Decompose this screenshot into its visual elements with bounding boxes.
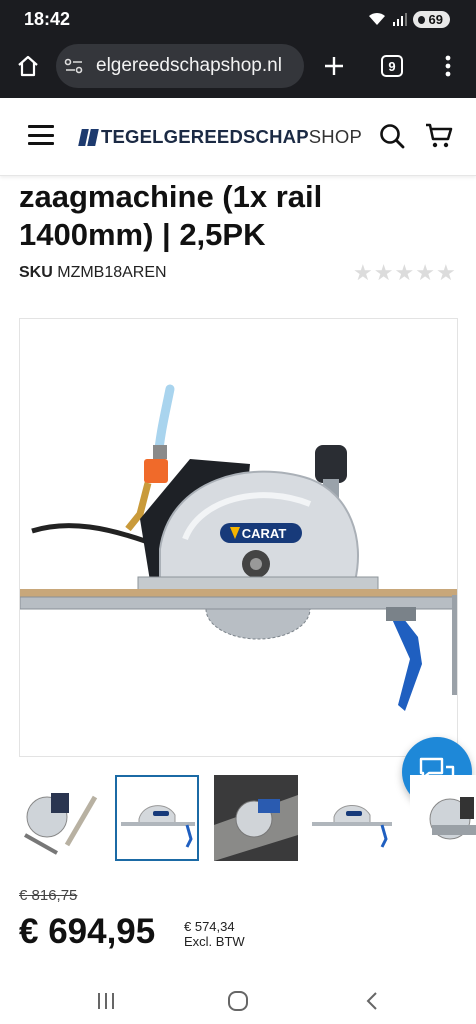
thumbnail-4[interactable] [310, 775, 394, 861]
product-sku: SKU MZMB18AREN [19, 264, 167, 282]
site-header: TEGELGEREEDSCHAPSHOP [0, 98, 476, 176]
price-excl-label: Excl. BTW [184, 934, 245, 949]
status-time: 18:42 [24, 9, 71, 29]
current-price: € 694,95 [19, 912, 156, 951]
product-title: zaagmachine (1x rail 1400mm) | 2,5PK [19, 179, 323, 252]
sku-label: SKU [19, 264, 53, 281]
signal-icon [392, 13, 407, 26]
home-button[interactable] [8, 42, 48, 90]
url-text: elgereedschapshop.nl [96, 55, 282, 76]
home-icon [18, 55, 38, 77]
image-brand-label: CARAT [242, 526, 287, 541]
star-icon: ★ [353, 260, 373, 285]
logo-text: TEGELGEREEDSCHAPSHOP [101, 126, 362, 148]
saw-illustration: CARAT [20, 384, 457, 711]
plus-icon [325, 57, 343, 75]
price-excl-value: € 574,34 [184, 919, 235, 934]
page: 18:42 69 elgereedschapshop.nl 9 TEGELGER… [0, 0, 476, 1024]
tab-count: 9 [381, 55, 403, 77]
thumbnail-strip [0, 775, 476, 865]
logo-text-strong: TEGELGEREEDSCHAP [101, 126, 309, 147]
logo-text-light: SHOP [308, 126, 362, 147]
search-icon[interactable] [378, 122, 406, 150]
hamburger-line [28, 125, 54, 128]
price-excl-vat: € 574,34 Excl. BTW [184, 919, 245, 949]
recent-apps-button[interactable] [86, 988, 126, 1014]
recent-apps-icon [98, 993, 114, 1009]
back-button[interactable] [352, 988, 392, 1014]
site-info-icon [64, 58, 83, 74]
star-icon: ★ [435, 260, 456, 285]
back-chevron-icon [366, 992, 377, 1010]
star-icon: ★ [415, 260, 435, 285]
thumbnail-5[interactable] [410, 775, 476, 861]
home-circle-icon [228, 991, 248, 1011]
browser-toolbar: elgereedschapshop.nl 9 [0, 42, 476, 90]
cart-icon[interactable] [424, 120, 454, 150]
home-nav-button[interactable] [218, 988, 258, 1014]
thumbnail-image [429, 797, 476, 840]
wifi-icon [368, 12, 385, 25]
rating-stars[interactable]: ★ ★ ★ ★ ★ [353, 262, 456, 284]
status-icons: 69 [367, 9, 450, 29]
star-icon: ★ [394, 260, 415, 285]
browser-menu-button[interactable] [428, 42, 468, 90]
thumbnail-image [312, 805, 392, 848]
thumbnail-1[interactable] [17, 775, 101, 861]
more-vert-icon [445, 55, 451, 77]
logo-mark-icon [78, 128, 99, 146]
browser-chrome: 18:42 69 elgereedschapshop.nl 9 [0, 0, 476, 98]
site-logo[interactable]: TEGELGEREEDSCHAPSHOP [78, 126, 362, 148]
tab-switcher-button[interactable]: 9 [372, 42, 412, 90]
battery-indicator: 69 [412, 10, 450, 28]
thumbnail-image [24, 793, 98, 855]
product-main-image[interactable]: CARAT [19, 318, 458, 757]
menu-button[interactable] [28, 125, 54, 145]
thumbnail-image [214, 775, 298, 861]
site-info-button[interactable] [56, 44, 92, 88]
new-tab-button[interactable] [314, 42, 354, 90]
status-bar: 18:42 69 [0, 0, 476, 36]
address-bar[interactable]: elgereedschapshop.nl [56, 44, 304, 88]
old-price: € 816,75 [19, 887, 78, 904]
hamburger-line [28, 142, 54, 145]
thumbnail-image [121, 805, 195, 848]
sku-value: MZMB18AREN [57, 264, 167, 281]
hamburger-line [28, 133, 54, 137]
thumbnail-2[interactable] [115, 775, 199, 861]
star-icon: ★ [373, 260, 394, 285]
thumbnail-3[interactable] [214, 775, 298, 861]
system-navigation-bar [0, 976, 476, 1024]
